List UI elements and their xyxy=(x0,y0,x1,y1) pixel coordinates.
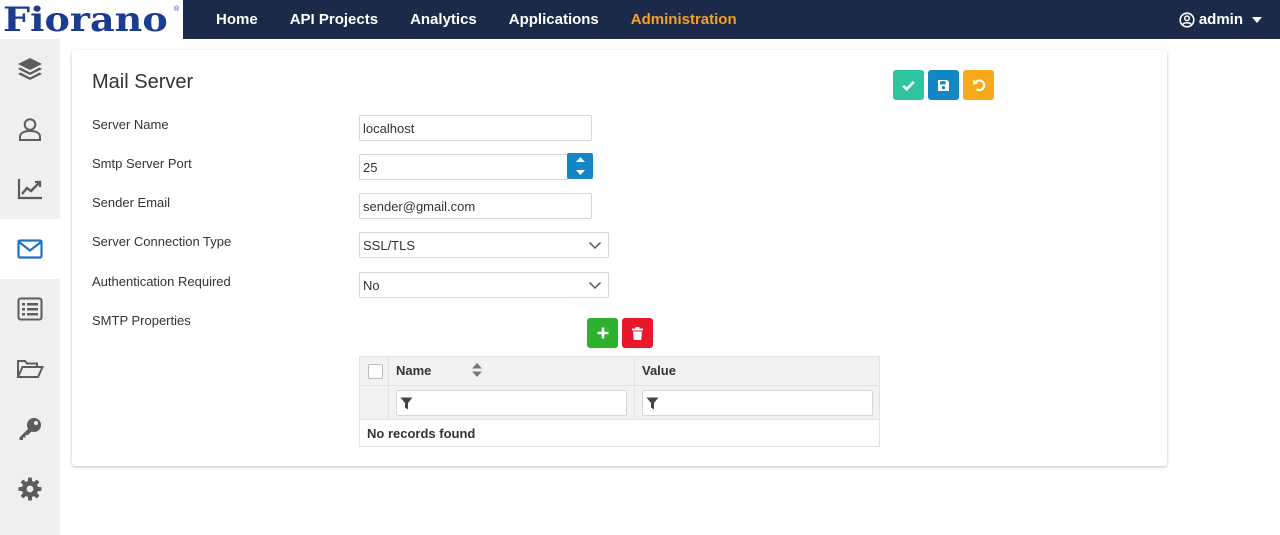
value-filter-input[interactable] xyxy=(642,390,873,416)
filter-check-cell xyxy=(360,386,389,419)
auth-required-select[interactable]: No xyxy=(359,272,609,298)
nav-applications[interactable]: Applications xyxy=(509,11,599,28)
column-value-label: Value xyxy=(642,363,676,378)
select-all-checkbox[interactable] xyxy=(368,364,383,379)
server-name-input[interactable]: localhost xyxy=(359,115,592,141)
connection-type-label: Server Connection Type xyxy=(92,234,232,249)
user-menu[interactable]: admin xyxy=(1179,0,1266,39)
sort-icon[interactable] xyxy=(472,362,482,378)
sidebar-item-keys[interactable] xyxy=(0,399,60,459)
logo-registered-mark: ® xyxy=(174,6,180,13)
filter-icon xyxy=(400,397,413,410)
sender-email-label: Sender Email xyxy=(92,195,171,210)
mail-icon xyxy=(17,239,43,259)
add-property-button[interactable] xyxy=(587,318,618,348)
sidebar-item-users[interactable] xyxy=(0,99,60,159)
top-navbar: Fiorano ® Home API Projects Analytics Ap… xyxy=(0,0,1280,39)
layers-icon xyxy=(18,58,42,80)
logo-text: Fiorano xyxy=(3,0,168,40)
user-name: admin xyxy=(1198,11,1243,28)
sidebar-item-mail[interactable] xyxy=(0,219,60,279)
sidebar xyxy=(0,39,60,535)
reset-button[interactable] xyxy=(963,70,994,100)
connection-type-select[interactable]: SSL/TLS xyxy=(359,232,609,258)
caret-down-icon xyxy=(1252,16,1262,23)
sidebar-item-list[interactable] xyxy=(0,279,60,339)
nav-administration[interactable]: Administration xyxy=(631,11,737,28)
column-name-header[interactable]: Name xyxy=(389,357,635,385)
name-filter-input[interactable] xyxy=(396,390,627,416)
sidebar-item-settings[interactable] xyxy=(0,459,60,519)
caret-down-icon xyxy=(575,170,585,175)
logo[interactable]: Fiorano ® xyxy=(0,0,183,39)
main-nav: Home API Projects Analytics Applications… xyxy=(200,0,753,39)
caret-up-icon xyxy=(575,157,585,162)
select-all-cell xyxy=(360,357,389,385)
smtp-properties-label: SMTP Properties xyxy=(92,313,191,328)
user-circle-icon xyxy=(1179,11,1195,28)
confirm-button[interactable] xyxy=(893,70,924,100)
auth-required-value: No xyxy=(363,278,380,293)
sender-email-input[interactable]: sender@gmail.com xyxy=(359,193,592,219)
column-value-header: Value xyxy=(635,357,879,385)
filter-icon xyxy=(646,397,659,410)
sidebar-item-layers[interactable] xyxy=(0,39,60,99)
nav-analytics[interactable]: Analytics xyxy=(410,11,477,28)
trash-icon xyxy=(632,326,643,340)
smtp-properties-table: Name Value No records found xyxy=(359,356,880,447)
save-icon xyxy=(938,79,949,91)
plus-icon xyxy=(597,327,608,339)
key-icon xyxy=(19,418,41,440)
stepper-down-button[interactable] xyxy=(567,166,593,179)
column-name-label: Name xyxy=(396,363,432,378)
sidebar-item-analytics[interactable] xyxy=(0,159,60,219)
smtp-port-label: Smtp Server Port xyxy=(92,156,192,171)
user-icon xyxy=(19,118,41,141)
nav-home[interactable]: Home xyxy=(216,11,258,28)
page-title: Mail Server xyxy=(92,71,194,93)
sidebar-item-folder[interactable] xyxy=(0,339,60,399)
stepper-up-button[interactable] xyxy=(567,153,593,166)
filter-value-cell xyxy=(635,386,879,419)
table-header: Name Value xyxy=(360,357,879,386)
chart-icon xyxy=(17,179,42,200)
folder-open-icon xyxy=(16,360,44,378)
filter-name-cell xyxy=(389,386,635,419)
connection-type-value: SSL/TLS xyxy=(363,238,416,253)
server-name-label: Server Name xyxy=(92,117,169,132)
mail-server-panel: Mail Server Server Name localhost Smtp S… xyxy=(72,50,1167,466)
nav-api-projects[interactable]: API Projects xyxy=(290,11,378,28)
auth-required-label: Authentication Required xyxy=(92,274,231,289)
smtp-port-input[interactable]: 25 xyxy=(359,154,568,180)
gear-icon xyxy=(18,477,42,501)
check-icon xyxy=(902,80,915,91)
save-button[interactable] xyxy=(928,70,959,100)
chevron-down-icon xyxy=(588,241,602,250)
delete-property-button[interactable] xyxy=(622,318,653,348)
undo-icon xyxy=(972,79,985,92)
port-stepper xyxy=(567,153,593,179)
list-icon xyxy=(17,297,43,321)
filter-row xyxy=(360,386,879,420)
chevron-down-icon xyxy=(588,281,602,290)
empty-message: No records found xyxy=(367,426,476,441)
